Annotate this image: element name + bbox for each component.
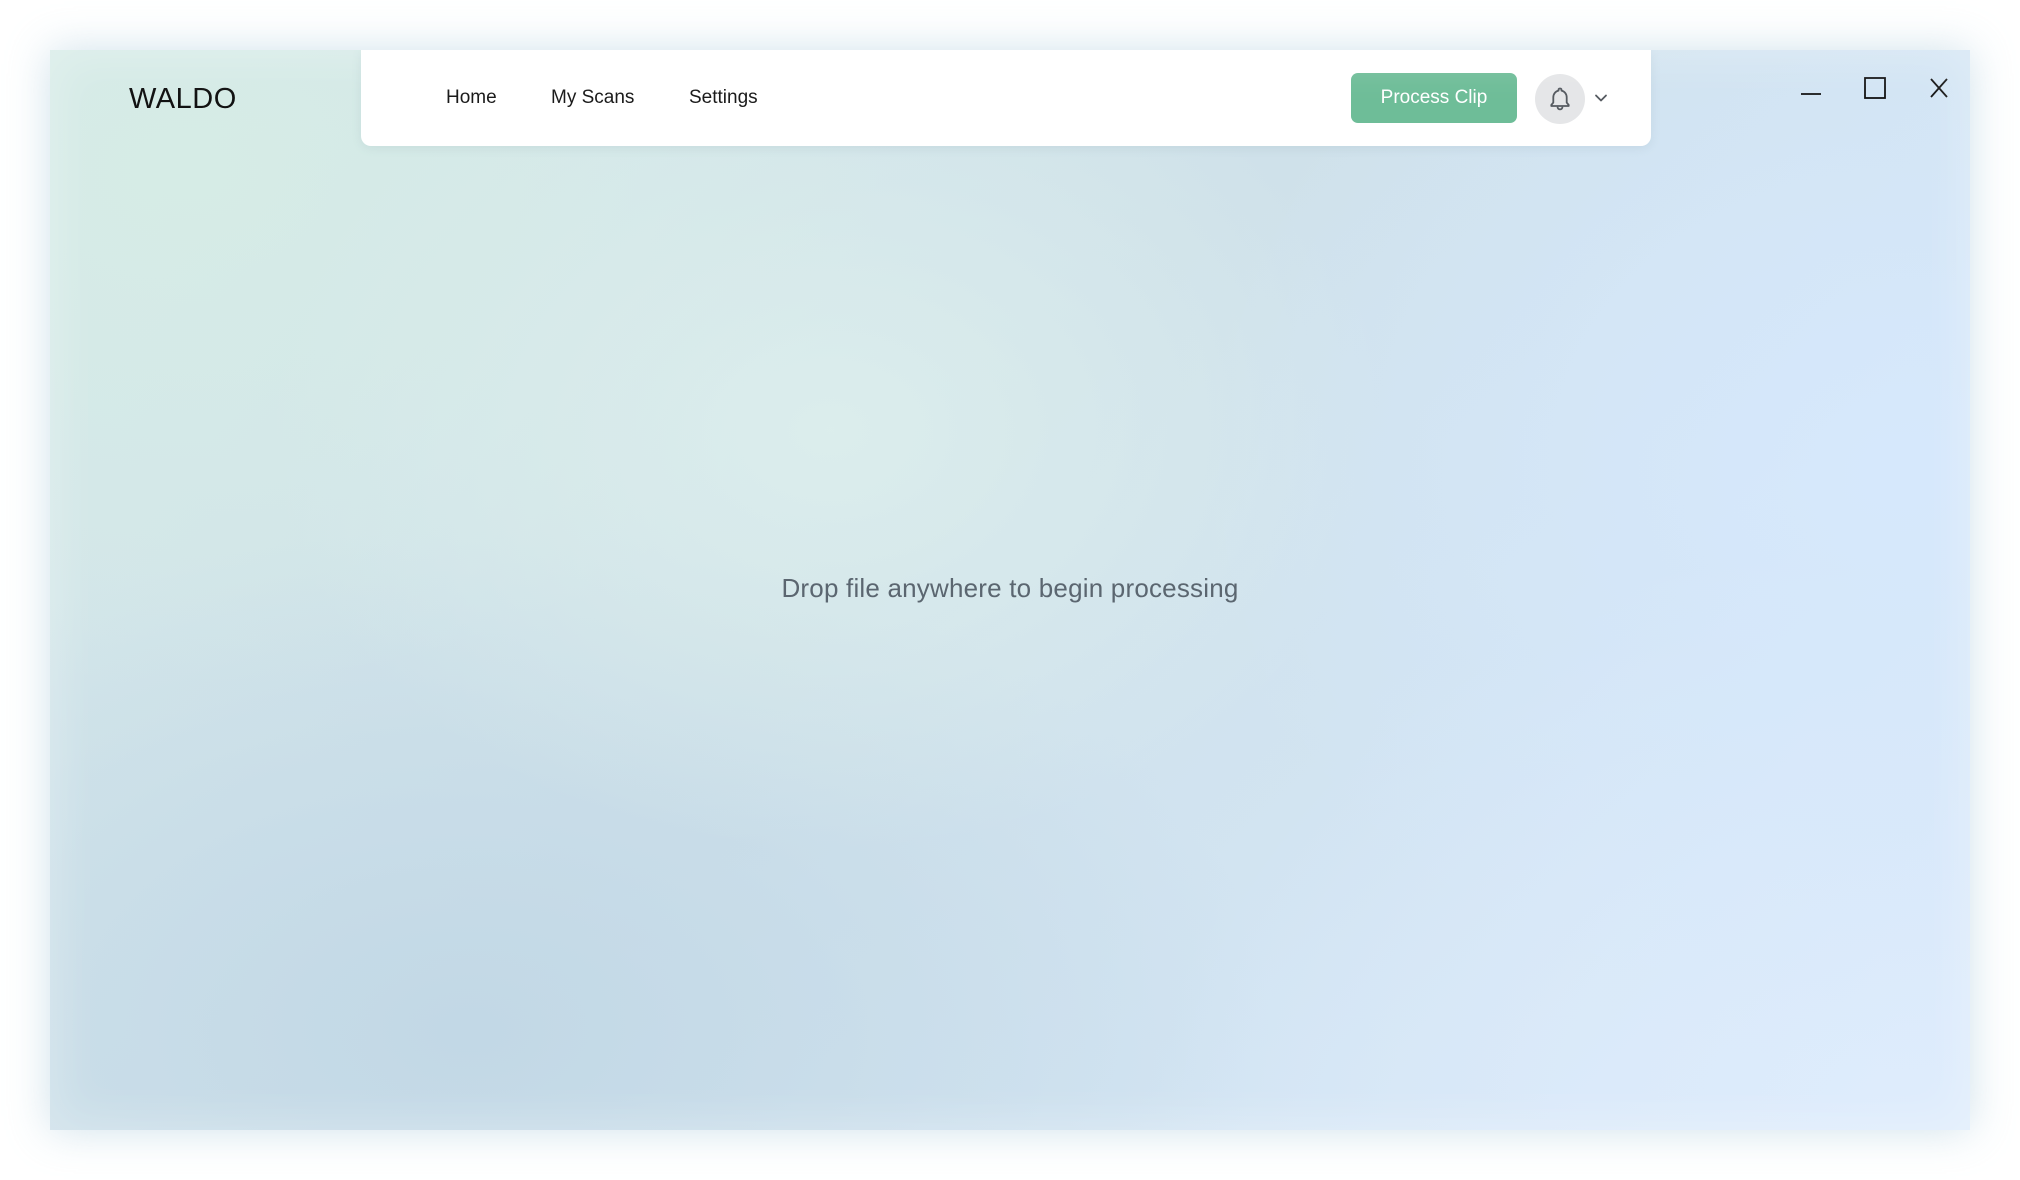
maximize-icon xyxy=(1864,77,1886,99)
process-clip-button[interactable]: Process Clip xyxy=(1351,73,1517,123)
close-icon xyxy=(1930,78,1948,98)
nav-item-settings[interactable]: Settings xyxy=(689,86,758,110)
nav-item-home[interactable]: Home xyxy=(446,86,497,110)
top-navbar: Home My Scans Settings Process Clip xyxy=(361,50,1651,146)
minimize-button[interactable] xyxy=(1789,66,1833,110)
maximize-button[interactable] xyxy=(1853,66,1897,110)
drop-zone-hint: Drop file anywhere to begin processing xyxy=(781,573,1239,603)
app-logo: WALDO xyxy=(129,83,237,115)
bell-icon xyxy=(1550,87,1570,111)
nav-item-my-scans[interactable]: My Scans xyxy=(551,86,634,110)
chevron-down-icon xyxy=(1595,94,1607,102)
desktop-background: WALDO Home My Scans Settings Process Cli… xyxy=(0,0,2020,1180)
minimize-icon xyxy=(1801,93,1821,95)
app-window[interactable]: WALDO Home My Scans Settings Process Cli… xyxy=(50,50,1970,1130)
notifications-button[interactable] xyxy=(1535,74,1585,124)
account-dropdown-toggle[interactable] xyxy=(1591,88,1611,108)
close-button[interactable] xyxy=(1917,66,1961,110)
